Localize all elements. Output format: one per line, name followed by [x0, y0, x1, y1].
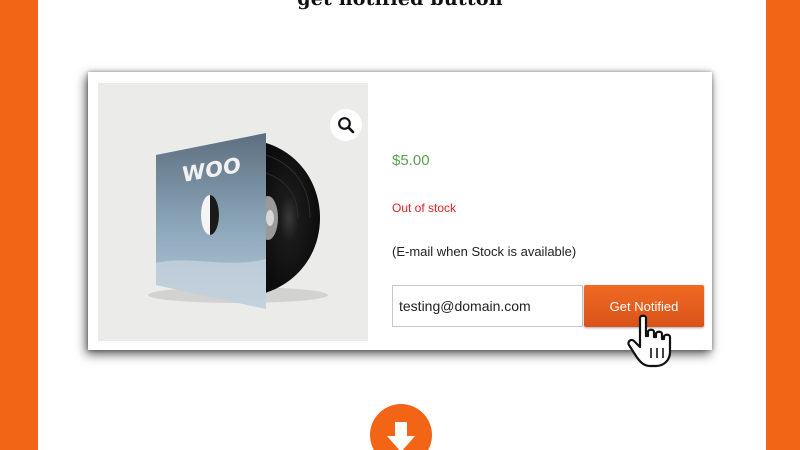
email-notice: (E-mail when Stock is available)	[392, 244, 577, 259]
magnifier-icon[interactable]	[330, 109, 362, 141]
vinyl-record	[258, 141, 320, 295]
product-image[interactable]: WOO	[98, 83, 368, 341]
page-heading: get notified button	[0, 0, 800, 10]
product-card: WOO $5.00 Out of stock (E-mail when Stoc…	[88, 72, 712, 350]
product-price: $5.00	[392, 152, 430, 169]
email-field[interactable]	[392, 285, 583, 327]
hand-pointer-icon	[627, 314, 672, 368]
search-icon	[338, 117, 355, 134]
arrow-down-glyph	[387, 422, 415, 450]
stock-status: Out of stock	[392, 201, 457, 215]
album-art: WOO	[148, 133, 328, 309]
